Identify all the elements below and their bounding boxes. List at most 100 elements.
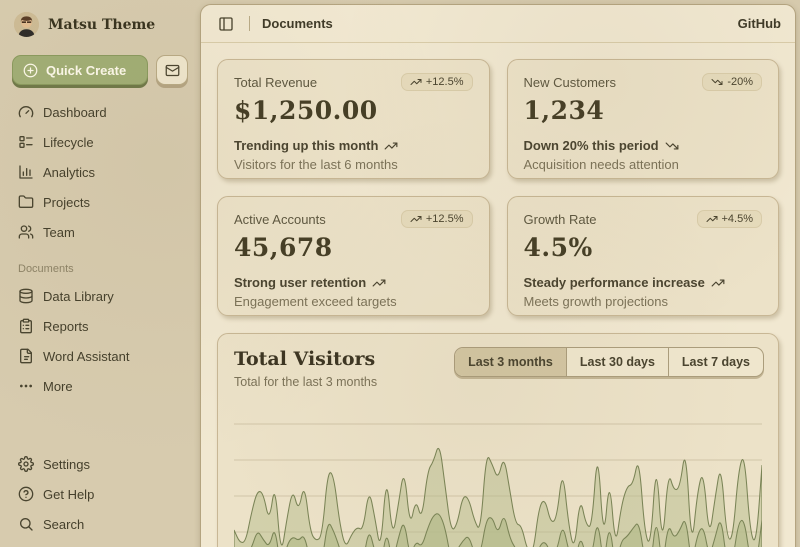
sidebar-item-settings[interactable]: Settings	[12, 449, 188, 479]
sidebar-item-reports[interactable]: Reports	[12, 311, 188, 341]
sidebar-section-documents: Documents	[18, 263, 182, 275]
users-icon	[18, 224, 34, 240]
sidebar-item-get-help[interactable]: Get Help	[12, 479, 188, 509]
stat-card-total-revenue: Total Revenue +12.5% $1,250.00 Trending …	[217, 59, 490, 179]
trend-badge: +12.5%	[401, 73, 473, 91]
sidebar-item-data-library[interactable]: Data Library	[12, 281, 188, 311]
stat-footer-primary: Down 20% this period	[524, 138, 659, 153]
clipboard-icon	[18, 318, 34, 334]
main-header: Documents GitHub	[201, 5, 795, 43]
sidebar-item-projects[interactable]: Projects	[12, 187, 188, 217]
folder-icon	[18, 194, 34, 210]
stat-card-new-customers: New Customers -20% 1,234 Down 20% this p…	[507, 59, 780, 179]
sidebar-toggle-button[interactable]	[215, 13, 237, 35]
sidebar-item-label: Lifecycle	[43, 135, 94, 150]
tab-last-7-days[interactable]: Last 7 days	[669, 348, 763, 376]
visitors-area-chart[interactable]	[234, 411, 762, 547]
sidebar-item-label: Settings	[43, 457, 90, 472]
avatar	[14, 12, 39, 37]
trending-up-icon	[410, 213, 422, 225]
gear-icon	[18, 456, 34, 472]
sidebar-item-label: Team	[43, 225, 75, 240]
stat-label: Active Accounts	[234, 210, 326, 227]
sidebar-item-analytics[interactable]: Analytics	[12, 157, 188, 187]
trend-badge: -20%	[702, 73, 762, 91]
stat-value: 45,678	[234, 233, 473, 262]
sidebar: Matsu Theme Quick Create Dashboard Lifec…	[0, 0, 200, 547]
search-icon	[18, 516, 34, 532]
breadcrumb: Documents	[262, 16, 333, 31]
stat-cards-grid: Total Revenue +12.5% $1,250.00 Trending …	[217, 59, 779, 316]
stat-value: 1,234	[524, 96, 763, 125]
stat-footer-secondary: Engagement exceed targets	[234, 294, 473, 309]
sidebar-nav-footer: Settings Get Help Search	[12, 449, 188, 541]
badge-value: +4.5%	[722, 213, 754, 225]
sidebar-item-label: Data Library	[43, 289, 114, 304]
trending-up-icon	[706, 213, 718, 225]
sidebar-item-search[interactable]: Search	[12, 509, 188, 539]
sidebar-item-word-assistant[interactable]: Word Assistant	[12, 341, 188, 371]
sidebar-item-label: Word Assistant	[43, 349, 129, 364]
trend-badge: +4.5%	[697, 210, 763, 228]
sidebar-item-label: Analytics	[43, 165, 95, 180]
layout-list-icon	[18, 134, 34, 150]
total-visitors-card: Total Visitors Total for the last 3 mont…	[217, 333, 779, 547]
stat-footer-secondary: Visitors for the last 6 months	[234, 157, 473, 172]
chart-subtitle: Total for the last 3 months	[234, 375, 762, 389]
trending-up-icon	[372, 276, 386, 290]
panel-left-icon	[218, 16, 234, 32]
badge-value: +12.5%	[426, 213, 464, 225]
tab-last-3-months[interactable]: Last 3 months	[455, 348, 567, 376]
sidebar-item-label: Reports	[43, 319, 89, 334]
stat-footer-secondary: Meets growth projections	[524, 294, 763, 309]
help-icon	[18, 486, 34, 502]
app-title: Matsu Theme	[48, 17, 155, 33]
tab-last-30-days[interactable]: Last 30 days	[567, 348, 669, 376]
circle-plus-icon	[23, 63, 38, 78]
sidebar-item-dashboard[interactable]: Dashboard	[12, 97, 188, 127]
trending-down-icon	[711, 76, 723, 88]
file-text-icon	[18, 348, 34, 364]
stat-value: $1,250.00	[234, 96, 473, 125]
sidebar-item-label: Projects	[43, 195, 90, 210]
trending-down-icon	[665, 139, 679, 153]
sidebar-nav-documents: Data Library Reports Word Assistant More	[12, 281, 188, 401]
ellipsis-icon	[18, 378, 34, 394]
chart-bar-icon	[18, 164, 34, 180]
badge-value: -20%	[727, 76, 753, 88]
sidebar-item-label: Dashboard	[43, 105, 107, 120]
stat-footer-secondary: Acquisition needs attention	[524, 157, 763, 172]
badge-value: +12.5%	[426, 76, 464, 88]
stat-footer-primary: Trending up this month	[234, 138, 378, 153]
trending-up-icon	[384, 139, 398, 153]
quick-create-button[interactable]: Quick Create	[12, 55, 148, 85]
stat-label: Total Revenue	[234, 73, 317, 90]
sidebar-item-label: More	[43, 379, 73, 394]
trending-up-icon	[410, 76, 422, 88]
app-logo[interactable]: Matsu Theme	[12, 10, 188, 41]
stat-label: Growth Rate	[524, 210, 597, 227]
quick-create-label: Quick Create	[46, 63, 126, 78]
sidebar-nav-main: Dashboard Lifecycle Analytics Projects T…	[12, 97, 188, 247]
chart-range-tabs: Last 3 months Last 30 days Last 7 days	[454, 347, 764, 377]
gauge-icon	[18, 104, 34, 120]
stat-card-active-accounts: Active Accounts +12.5% 45,678 Strong use…	[217, 196, 490, 316]
sidebar-item-label: Search	[43, 517, 84, 532]
main-panel: Documents GitHub Total Revenue +12.5% $1…	[200, 4, 796, 547]
stat-card-growth-rate: Growth Rate +4.5% 4.5% Steady performanc…	[507, 196, 780, 316]
inbox-button[interactable]	[156, 55, 188, 85]
trending-up-icon	[711, 276, 725, 290]
database-icon	[18, 288, 34, 304]
stat-footer-primary: Strong user retention	[234, 275, 366, 290]
sidebar-item-lifecycle[interactable]: Lifecycle	[12, 127, 188, 157]
github-link[interactable]: GitHub	[738, 16, 781, 31]
trend-badge: +12.5%	[401, 210, 473, 228]
sidebar-item-more[interactable]: More	[12, 371, 188, 401]
header-divider	[249, 16, 250, 31]
stat-label: New Customers	[524, 73, 616, 90]
sidebar-item-team[interactable]: Team	[12, 217, 188, 247]
stat-footer-primary: Steady performance increase	[524, 275, 705, 290]
sidebar-item-label: Get Help	[43, 487, 94, 502]
stat-value: 4.5%	[524, 233, 763, 262]
mail-icon	[165, 63, 180, 78]
